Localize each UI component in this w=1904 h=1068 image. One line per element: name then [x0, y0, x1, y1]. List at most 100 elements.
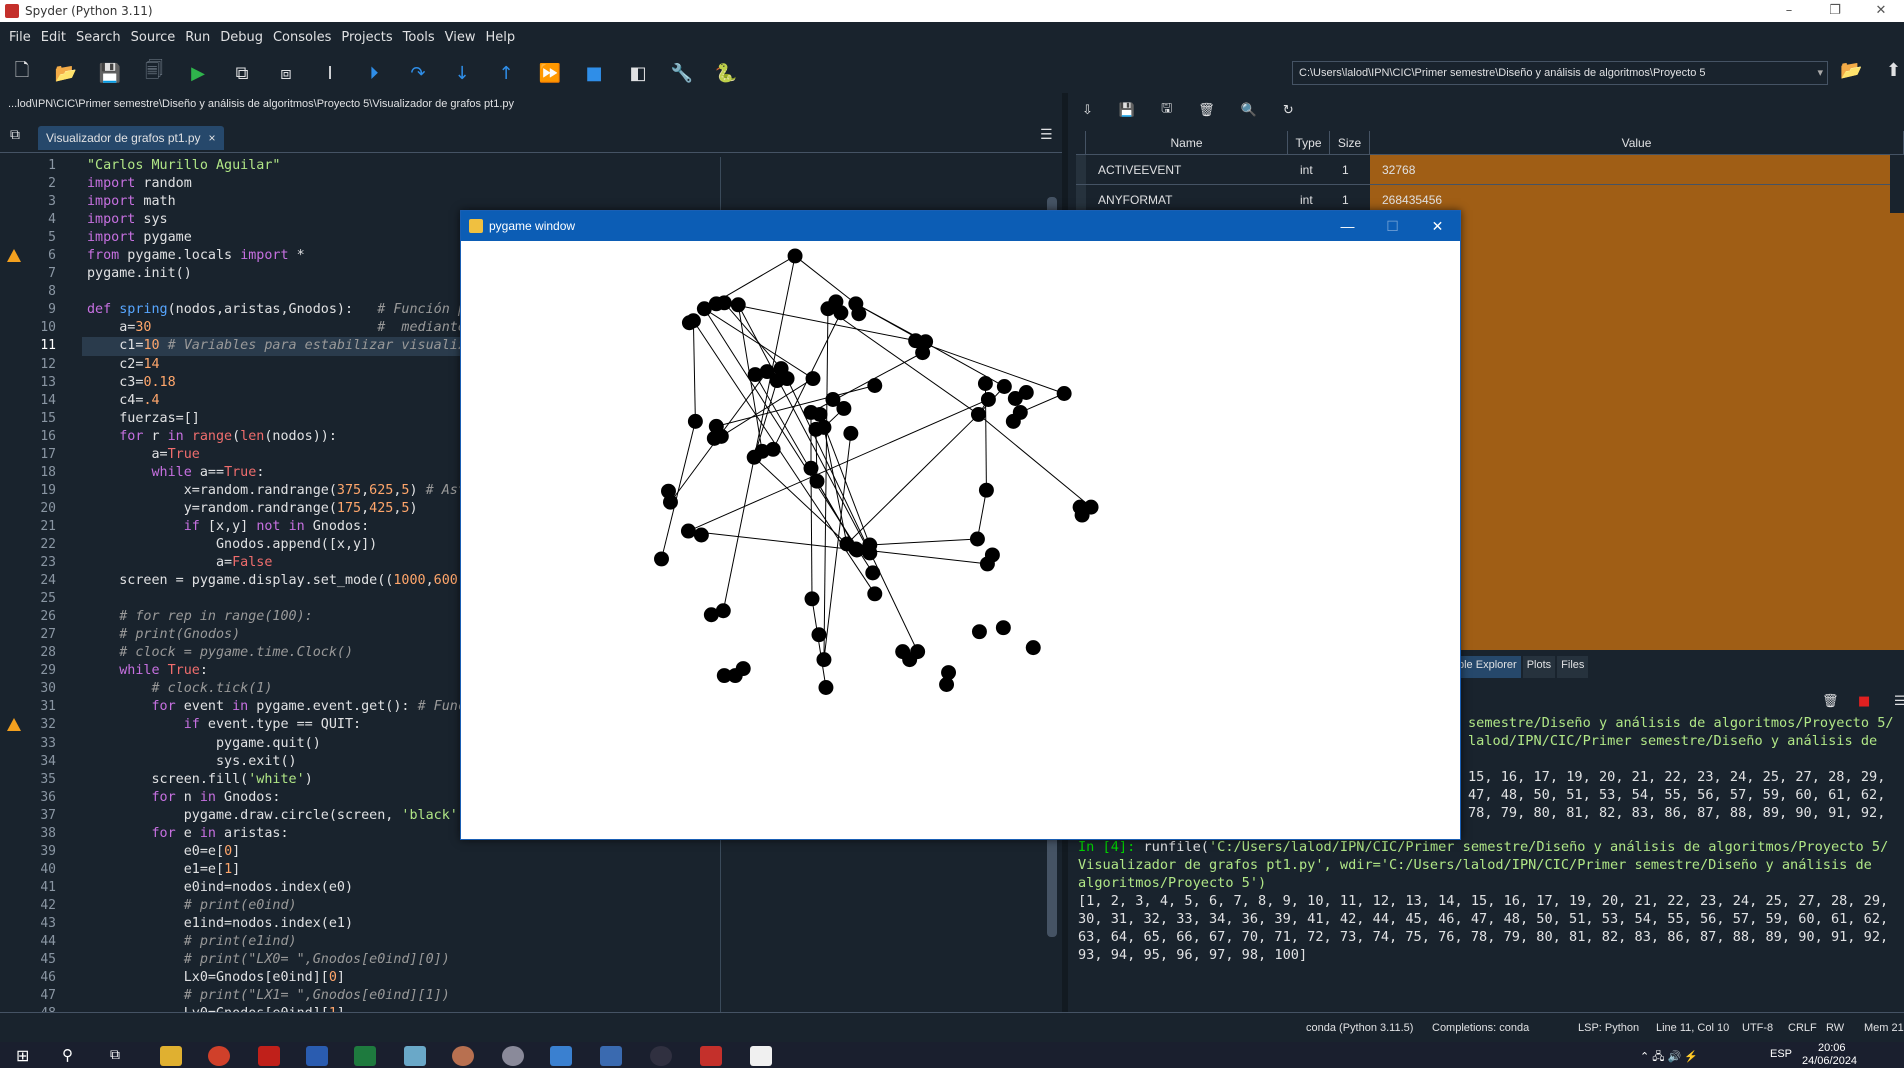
line-number[interactable]: 1	[0, 157, 82, 175]
line-number[interactable]: 9	[0, 301, 82, 319]
menu-debug[interactable]: Debug	[215, 30, 268, 45]
run-selection-icon[interactable]: I	[318, 61, 342, 85]
calculator-icon[interactable]	[600, 1046, 622, 1066]
line-number[interactable]: 18	[0, 464, 82, 482]
line-number[interactable]: 36	[0, 789, 82, 807]
import-data-icon[interactable]: ⇩	[1082, 103, 1093, 118]
arrow-up-icon[interactable]: ⬆	[1886, 60, 1901, 81]
line-number[interactable]: 6	[0, 247, 82, 265]
close-button[interactable]: ✕	[1415, 211, 1460, 241]
search-icon[interactable]: 🔍	[1241, 103, 1257, 118]
browse-tabs-icon[interactable]: ⧉	[10, 127, 20, 143]
pygame-title-bar[interactable]: pygame window — ☐ ✕	[461, 211, 1460, 241]
line-number[interactable]: 46	[0, 969, 82, 987]
step-into-icon[interactable]: ↓	[450, 61, 474, 85]
stop-icon[interactable]: ■	[582, 61, 606, 85]
col-size-header[interactable]: Size	[1330, 131, 1370, 155]
run-cell-icon[interactable]: ⧉	[230, 61, 254, 85]
line-number[interactable]: 11	[0, 337, 82, 355]
tab-plots[interactable]: Plots	[1522, 656, 1556, 678]
folder-open-icon[interactable]: 📂	[1840, 60, 1862, 81]
col-value-header[interactable]: Value	[1370, 131, 1904, 155]
tray-time[interactable]: 20:06	[1818, 1042, 1846, 1054]
windows-start-icon[interactable]: ⊞	[16, 1046, 29, 1066]
excel-icon[interactable]	[354, 1046, 376, 1066]
search-icon[interactable]: ⚲	[62, 1046, 73, 1064]
open-file-icon[interactable]: 📂	[54, 61, 78, 85]
line-number[interactable]: 13	[0, 374, 82, 392]
app-icon[interactable]	[650, 1046, 672, 1066]
menu-view[interactable]: View	[440, 30, 481, 45]
tab-files[interactable]: Files	[1557, 656, 1589, 678]
line-number[interactable]: 28	[0, 644, 82, 662]
line-number[interactable]: 39	[0, 843, 82, 861]
line-number[interactable]: 3	[0, 193, 82, 211]
line-number[interactable]: 38	[0, 825, 82, 843]
line-number[interactable]: 14	[0, 392, 82, 410]
menu-file[interactable]: File	[4, 30, 36, 45]
menu-source[interactable]: Source	[126, 30, 181, 45]
run-cell-advance-icon[interactable]: ⧈	[274, 61, 298, 85]
line-number[interactable]: 44	[0, 933, 82, 951]
restore-button[interactable]: ❐	[1812, 0, 1858, 22]
menu-consoles[interactable]: Consoles	[268, 30, 336, 45]
menu-edit[interactable]: Edit	[36, 30, 71, 45]
acrobat-icon[interactable]	[258, 1046, 280, 1066]
line-number[interactable]: 32	[0, 716, 82, 734]
chrome-icon[interactable]	[208, 1046, 230, 1066]
line-number[interactable]: 40	[0, 861, 82, 879]
warning-icon[interactable]	[7, 249, 21, 263]
line-number[interactable]: 16	[0, 428, 82, 446]
app-icon[interactable]	[550, 1046, 572, 1066]
line-number[interactable]: 21	[0, 518, 82, 536]
task-view-icon[interactable]: ⧉	[110, 1046, 120, 1063]
refresh-icon[interactable]: ↻	[1283, 103, 1294, 118]
line-number[interactable]: 10	[0, 319, 82, 337]
line-number[interactable]: 47	[0, 987, 82, 1005]
warning-icon[interactable]	[7, 718, 21, 732]
line-number[interactable]: 34	[0, 753, 82, 771]
stop-icon[interactable]: ■	[1858, 694, 1870, 709]
step-over-icon[interactable]: ↷	[406, 61, 430, 85]
tray-language[interactable]: ESP	[1770, 1048, 1792, 1060]
line-number[interactable]: 2	[0, 175, 82, 193]
chevron-down-icon[interactable]: ▾	[1817, 62, 1823, 84]
close-button[interactable]: ✕	[1858, 0, 1904, 22]
menu-search[interactable]: Search	[71, 30, 126, 45]
hamburger-menu-icon[interactable]: ☰	[1040, 127, 1053, 143]
line-number[interactable]: 35	[0, 771, 82, 789]
line-number[interactable]: 8	[0, 283, 82, 301]
minimize-button[interactable]: –	[1766, 0, 1812, 22]
menu-run[interactable]: Run	[180, 30, 215, 45]
line-number[interactable]: 42	[0, 897, 82, 915]
line-number[interactable]: 29	[0, 662, 82, 680]
table-row[interactable]: ACTIVEEVENT int 1 32768	[1076, 155, 1890, 185]
preferences-icon[interactable]: 🔧	[670, 61, 694, 85]
file-explorer-icon[interactable]	[160, 1046, 182, 1066]
new-file-icon[interactable]: 🗋	[10, 60, 34, 85]
app-icon[interactable]	[452, 1046, 474, 1066]
line-number[interactable]: 45	[0, 951, 82, 969]
close-icon[interactable]: ×	[209, 131, 216, 145]
line-number[interactable]: 27	[0, 626, 82, 644]
line-number[interactable]: 41	[0, 879, 82, 897]
line-number[interactable]: 37	[0, 807, 82, 825]
status-lsp[interactable]: LSP: Python	[1578, 1022, 1639, 1034]
pygame-taskbar-icon[interactable]	[750, 1046, 772, 1066]
trash-icon[interactable]: 🗑	[1822, 694, 1839, 709]
save-as-icon[interactable]: 🖫	[1161, 99, 1172, 121]
line-number[interactable]: 17	[0, 446, 82, 464]
line-number[interactable]: 15	[0, 410, 82, 428]
hamburger-menu-icon[interactable]: ☰	[1894, 694, 1904, 709]
step-return-icon[interactable]: ↑	[494, 61, 518, 85]
line-number[interactable]: 26	[0, 608, 82, 626]
pygame-window[interactable]: pygame window — ☐ ✕	[460, 210, 1461, 840]
status-completions[interactable]: Completions: conda	[1432, 1022, 1529, 1034]
python-path-icon[interactable]: 🐍	[714, 61, 738, 85]
debug-icon[interactable]: ⏵	[362, 61, 386, 85]
line-number[interactable]: 33	[0, 735, 82, 753]
tray-date[interactable]: 24/06/2024	[1802, 1055, 1857, 1067]
line-number[interactable]: 4	[0, 211, 82, 229]
app-icon[interactable]	[502, 1046, 524, 1066]
remove-all-icon[interactable]: 🗑	[1198, 103, 1215, 118]
